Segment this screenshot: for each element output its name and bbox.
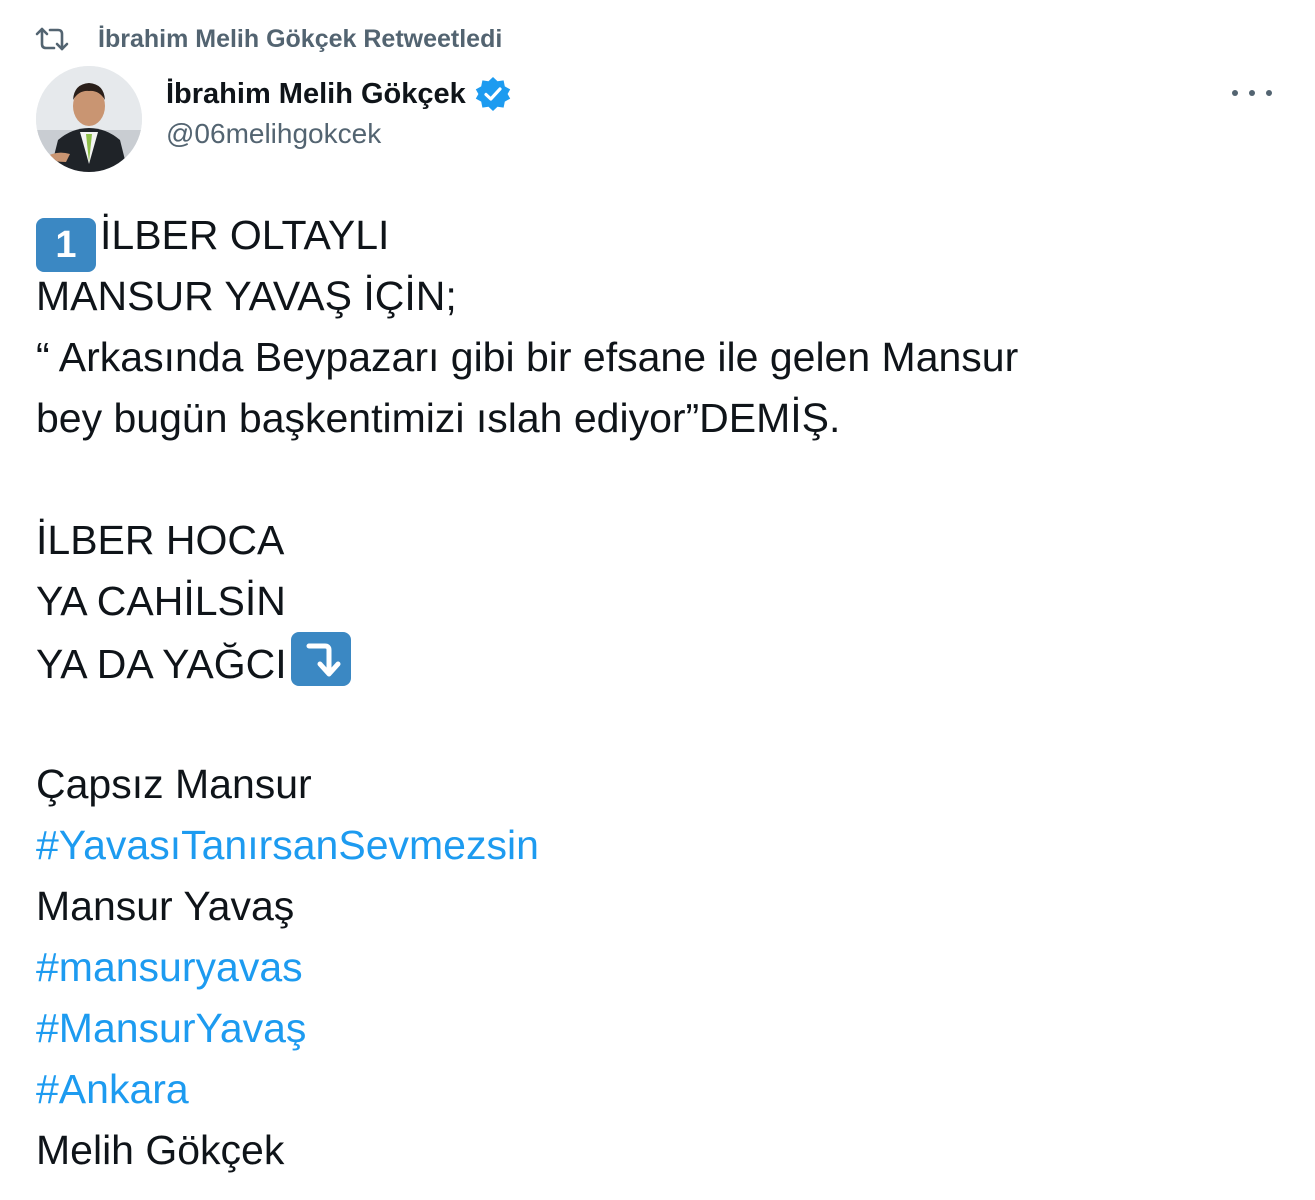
retweet-icon xyxy=(34,24,70,54)
author-name[interactable]: İbrahim Melih Gökçek xyxy=(166,78,466,111)
tweet-text: 1 İLBER OLTAYLI MANSUR YAVAŞ İÇİN; “ Arka… xyxy=(36,205,1286,1181)
line-break xyxy=(36,449,1286,510)
hashtag-line: #MansurYavaş xyxy=(36,998,1286,1059)
tweet-line: MANSUR YAVAŞ İÇİN; xyxy=(36,273,457,319)
tweet-line: YA DA YAĞCI xyxy=(36,632,1286,693)
tweet-line: 1 İLBER OLTAYLI xyxy=(36,205,1286,272)
tweet-line: “ Arkasında Beypazarı gibi bir efsane il… xyxy=(36,334,1019,380)
tweet-line-text: YA DA YAĞCI xyxy=(36,641,287,687)
tweet-line: İLBER HOCA xyxy=(36,517,285,563)
retweet-context[interactable]: İbrahim Melih Gökçek Retweetledi xyxy=(34,22,502,56)
hashtag-link[interactable]: #YavasıTanırsanSevmezsin xyxy=(36,822,539,868)
tweet-line: Çapsız Mansur xyxy=(36,761,312,807)
hashtag-line: #Ankara xyxy=(36,1059,1286,1120)
more-dot xyxy=(1266,90,1272,96)
tweet-line: Melih Gökçek xyxy=(36,1127,285,1173)
verified-badge-icon xyxy=(474,75,512,113)
hashtag-link[interactable]: #Ankara xyxy=(36,1066,189,1112)
more-dot xyxy=(1249,90,1255,96)
tweet-line: Mansur Yavaş xyxy=(36,883,295,929)
line-break xyxy=(36,693,1286,754)
retweet-label[interactable]: İbrahim Melih Gökçek Retweetledi xyxy=(98,25,502,54)
tweet-line-text: İLBER OLTAYLI xyxy=(100,212,390,258)
arrow-down-curved-icon xyxy=(290,632,351,686)
more-dot xyxy=(1232,90,1238,96)
author-handle[interactable]: @06melihgokcek xyxy=(166,118,381,150)
keycap-one-emoji: 1 xyxy=(36,218,96,272)
tweet-line: YA CAHİLSİN xyxy=(36,578,286,624)
avatar[interactable] xyxy=(36,66,142,172)
hashtag-line: #YavasıTanırsanSevmezsin xyxy=(36,815,1286,876)
hashtag-link[interactable]: #MansurYavaş xyxy=(36,1005,306,1051)
hashtag-link[interactable]: #mansuryavas xyxy=(36,944,303,990)
tweet-line: bey bugün başkentimizi ıslah ediyor”DEMİ… xyxy=(36,395,841,441)
more-options-icon[interactable] xyxy=(1232,78,1272,108)
hashtag-line: #mansuryavas xyxy=(36,937,1286,998)
tweet-card[interactable]: İbrahim Melih Gökçek Retweetledi İbrahim… xyxy=(0,0,1315,1200)
author-name-row[interactable]: İbrahim Melih Gökçek xyxy=(166,72,512,116)
